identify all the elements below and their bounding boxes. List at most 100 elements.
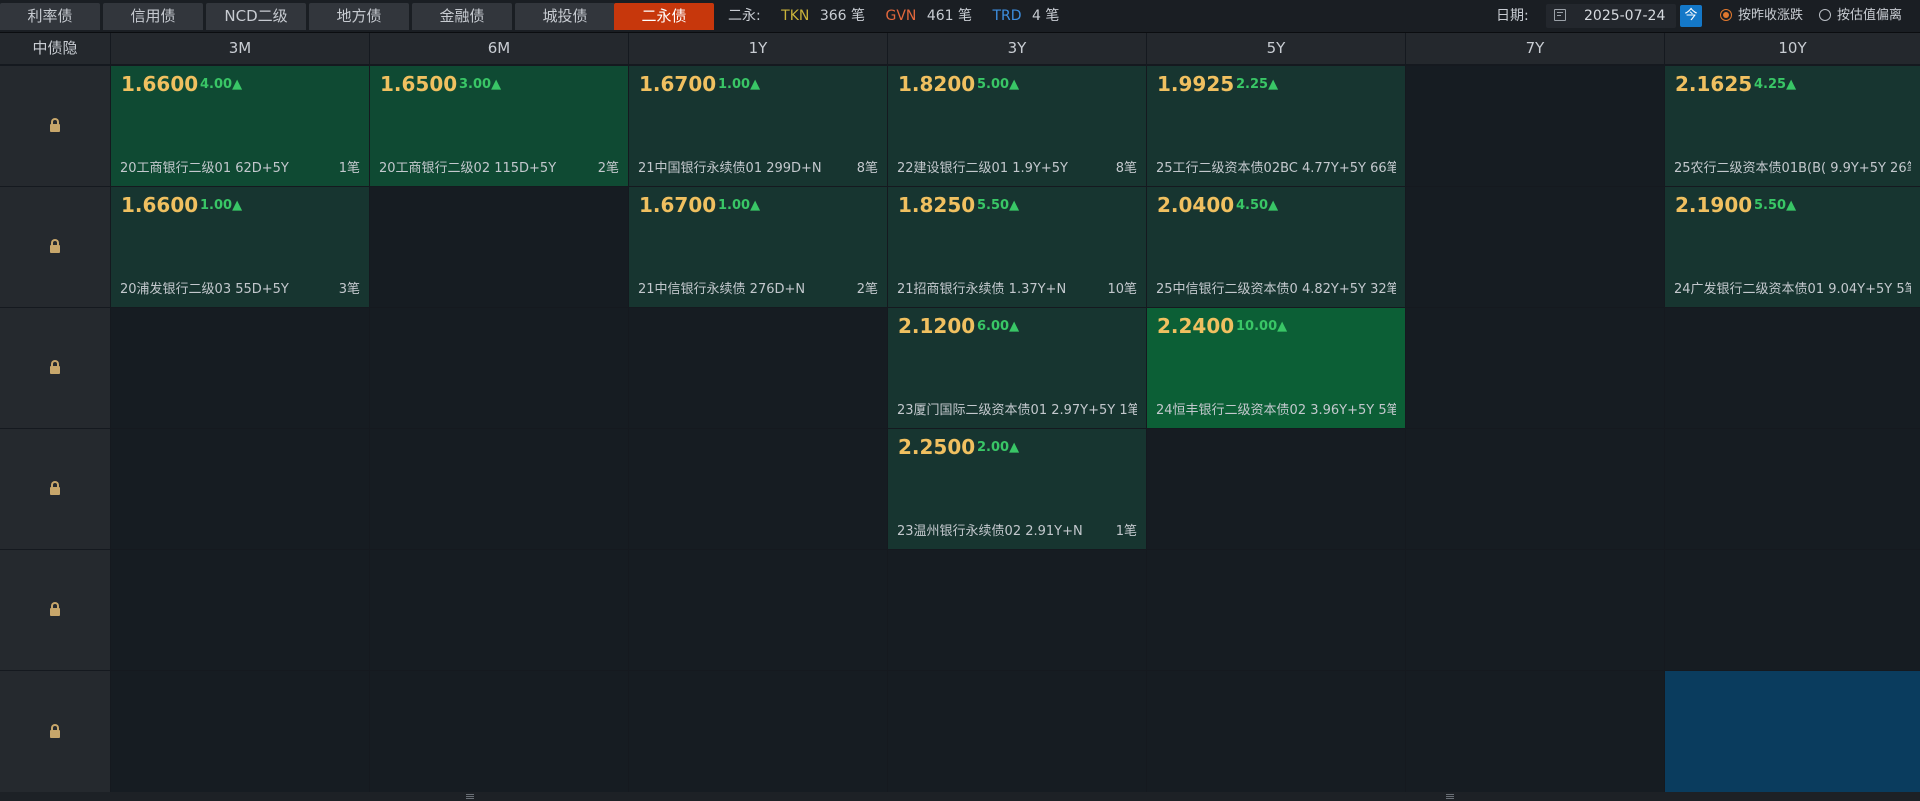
empty-cell[interactable]: [111, 308, 369, 428]
empty-cell[interactable]: [629, 550, 887, 670]
corner-header[interactable]: 中债隐: [0, 33, 110, 64]
tab-2[interactable]: NCD二级: [206, 3, 306, 30]
quote-cell[interactable]: 1.8200 5.00▲ 22建设银行二级01 1.9Y+5Y 8笔: [888, 66, 1146, 186]
lock-icon[interactable]: [50, 360, 60, 374]
tenor-header[interactable]: 3Y: [888, 33, 1146, 64]
summary-label: 二永:: [728, 8, 761, 24]
row-header[interactable]: [0, 429, 110, 549]
quote-cell[interactable]: 1.6500 3.00▲ 20工商银行二级02 115D+5Y 2笔: [370, 66, 628, 186]
quote-cell[interactable]: 2.2500 2.00▲ 23温州银行永续债02 2.91Y+N 1笔: [888, 429, 1146, 549]
trade-count: 8笔: [856, 161, 878, 176]
bond-name: 21中信银行永续债 276D+N: [638, 282, 806, 297]
today-button[interactable]: 今: [1680, 5, 1702, 27]
tenor-header[interactable]: 6M: [370, 33, 628, 64]
date-value[interactable]: 2025-07-24: [1584, 4, 1665, 28]
quote-change: 2.25▲: [1236, 77, 1279, 92]
date-label: 日期:: [1496, 8, 1529, 24]
lock-icon[interactable]: [50, 481, 60, 495]
quote-cell[interactable]: 2.1625 4.25▲ 25农行二级资本债01B(B( 9.9Y+5Y 26笔: [1665, 66, 1920, 186]
quote-cell[interactable]: 1.9925 2.25▲ 25工行二级资本债02BC 4.77Y+5Y 66笔: [1147, 66, 1405, 186]
quote-cell[interactable]: 1.6700 1.00▲ 21中国银行永续债01 299D+N 8笔: [629, 66, 887, 186]
empty-cell[interactable]: [111, 671, 369, 792]
empty-cell[interactable]: [370, 308, 628, 428]
tkn-count: 366 笔: [819, 8, 866, 24]
radio-button[interactable]: [1819, 8, 1831, 21]
empty-cell[interactable]: [1147, 671, 1405, 792]
empty-cell[interactable]: [1406, 671, 1664, 792]
tab-4[interactable]: 金融债: [412, 3, 512, 30]
tab-1[interactable]: 信用债: [103, 3, 203, 30]
quote-cell[interactable]: 2.1200 6.00▲ 23厦门国际二级资本债01 2.97Y+5Y 1笔: [888, 308, 1146, 428]
empty-cell[interactable]: [1147, 429, 1405, 549]
empty-cell[interactable]: [1406, 187, 1664, 307]
resize-handle-right[interactable]: [1446, 794, 1454, 799]
quote-price: 1.6700: [639, 72, 717, 96]
radio-prev-close[interactable]: 按昨收涨跌: [1720, 0, 1803, 32]
trade-count: 8笔: [1115, 161, 1137, 176]
empty-cell[interactable]: [1406, 66, 1664, 186]
empty-cell[interactable]: [1665, 308, 1920, 428]
empty-cell[interactable]: [629, 671, 887, 792]
quote-cell[interactable]: 1.8250 5.50▲ 21招商银行永续债 1.37Y+N 10笔: [888, 187, 1146, 307]
empty-cell[interactable]: [629, 429, 887, 549]
quote-change: 1.00▲: [718, 77, 761, 92]
quote-cell[interactable]: 2.0400 4.50▲ 25中信银行二级资本债0 4.82Y+5Y 32笔: [1147, 187, 1405, 307]
tab-3[interactable]: 地方债: [309, 3, 409, 30]
row-header[interactable]: [0, 187, 110, 307]
empty-cell[interactable]: [370, 550, 628, 670]
quote-cell[interactable]: 2.1900 5.50▲ 24广发银行二级资本债01 9.04Y+5Y 5笔: [1665, 187, 1920, 307]
date-picker[interactable]: 2025-07-24: [1546, 4, 1676, 28]
quote-price: 2.1625: [1675, 72, 1753, 96]
empty-cell[interactable]: [111, 429, 369, 549]
row-header[interactable]: [0, 550, 110, 670]
quote-change: 4.50▲: [1236, 198, 1279, 213]
empty-cell[interactable]: [1665, 550, 1920, 670]
lock-icon[interactable]: [50, 602, 60, 616]
empty-cell[interactable]: [370, 671, 628, 792]
empty-cell[interactable]: [1406, 550, 1664, 670]
empty-cell[interactable]: [1406, 429, 1664, 549]
lock-icon[interactable]: [50, 118, 60, 132]
quote-change: 10.00▲: [1236, 319, 1288, 334]
empty-cell[interactable]: [370, 187, 628, 307]
empty-cell[interactable]: [888, 671, 1146, 792]
row-header[interactable]: [0, 66, 110, 186]
lock-icon[interactable]: [50, 239, 60, 253]
quote-cell[interactable]: 1.6600 4.00▲ 20工商银行二级01 62D+5Y 1笔: [111, 66, 369, 186]
quote-price: 1.6500: [380, 72, 458, 96]
empty-cell[interactable]: [1147, 550, 1405, 670]
bond-name: 20工商银行二级01 62D+5Y: [120, 161, 289, 176]
radio-button[interactable]: [1720, 8, 1732, 21]
quote-price: 2.1900: [1675, 193, 1753, 217]
quote-cell[interactable]: 2.2400 10.00▲ 24恒丰银行二级资本债02 3.96Y+5Y 5笔: [1147, 308, 1405, 428]
tenor-header[interactable]: 3M: [111, 33, 369, 64]
empty-cell[interactable]: [1406, 308, 1664, 428]
row-header[interactable]: [0, 671, 110, 792]
row-header[interactable]: [0, 308, 110, 428]
empty-cell[interactable]: [111, 550, 369, 670]
tenor-header[interactable]: 7Y: [1406, 33, 1664, 64]
radio-valuation-deviation[interactable]: 按估值偏离: [1819, 0, 1902, 32]
tkn-label: TKN: [781, 8, 810, 24]
quote-change: 2.00▲: [977, 440, 1020, 455]
bond-name: 21中国银行永续债01 299D+N: [638, 161, 822, 176]
quote-cell[interactable]: 1.6600 1.00▲ 20浦发银行二级03 55D+5Y 3笔: [111, 187, 369, 307]
lock-icon[interactable]: [50, 724, 60, 738]
empty-cell[interactable]: [888, 550, 1146, 670]
empty-cell[interactable]: [1665, 671, 1920, 792]
empty-cell[interactable]: [370, 429, 628, 549]
tab-6[interactable]: 二永债: [614, 3, 714, 30]
tab-5[interactable]: 城投债: [515, 3, 615, 30]
empty-cell[interactable]: [629, 308, 887, 428]
tenor-header[interactable]: 1Y: [629, 33, 887, 64]
calendar-icon[interactable]: [1554, 9, 1566, 21]
trade-summary: 二永: TKN 366 笔 GVN 461 笔 TRD 4 笔: [728, 0, 1075, 32]
tab-0[interactable]: 利率债: [0, 3, 100, 30]
quote-cell[interactable]: 1.6700 1.00▲ 21中信银行永续债 276D+N 2笔: [629, 187, 887, 307]
bond-name: 25工行二级资本债02BC 4.77Y+5Y 66笔: [1156, 161, 1396, 176]
tenor-header[interactable]: 5Y: [1147, 33, 1405, 64]
empty-cell[interactable]: [1665, 429, 1920, 549]
bond-name: 24恒丰银行二级资本债02 3.96Y+5Y 5笔: [1156, 403, 1396, 418]
resize-handle-left[interactable]: [466, 794, 474, 799]
tenor-header[interactable]: 10Y: [1665, 33, 1920, 64]
